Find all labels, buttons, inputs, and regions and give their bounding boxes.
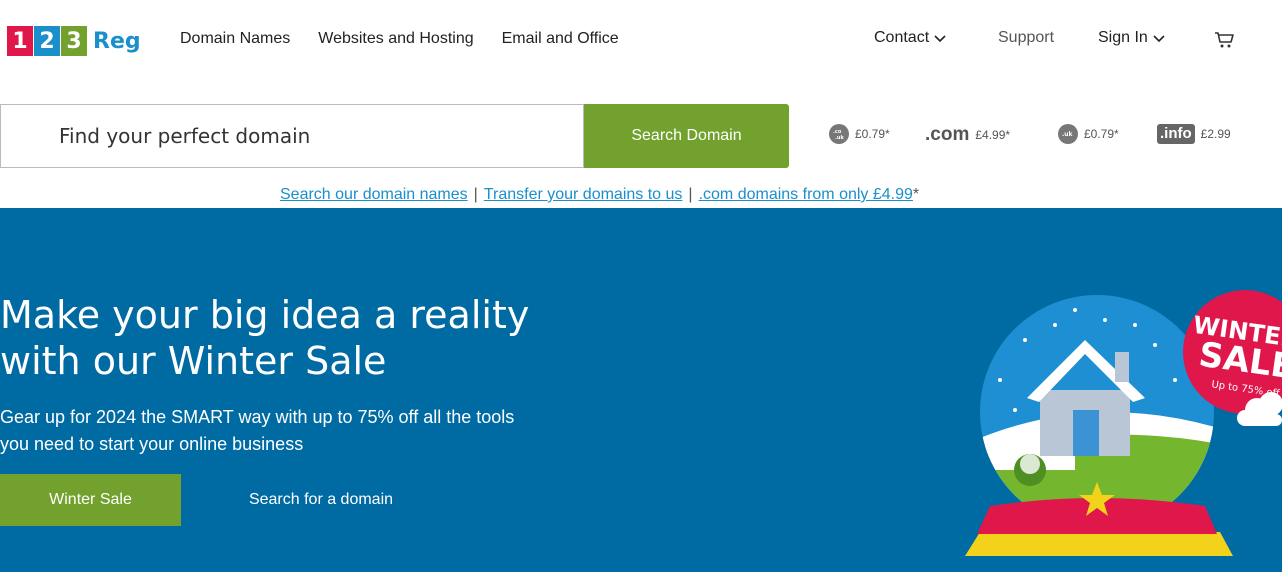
com-offer-link[interactable]: .com domains from only £4.99: [699, 186, 913, 203]
utility-nav: Contact Support Sign In: [874, 29, 1274, 49]
snow-globe-illustration: WINTER SALE Up to 75% off: [965, 290, 1282, 556]
contact-label: Contact: [874, 29, 930, 46]
tld-price: £4.99*: [975, 128, 1011, 142]
hero-subtitle-line: you need to start your online business: [0, 434, 304, 454]
cart-icon[interactable]: [1214, 30, 1236, 50]
logo-digit-1: 1: [7, 26, 33, 56]
nav-websites-hosting[interactable]: Websites and Hosting: [318, 30, 473, 48]
chevron-down-icon: [934, 35, 946, 43]
co-uk-badge-icon: .co .uk: [829, 124, 849, 144]
nav-email-office[interactable]: Email and Office: [502, 30, 619, 48]
tld-info[interactable]: .info £2.99: [1157, 124, 1231, 144]
tld-price: £0.79*: [1084, 127, 1119, 141]
chevron-down-icon: [1153, 35, 1165, 43]
transfer-domains-link[interactable]: Transfer your domains to us: [484, 186, 683, 203]
logo-digit-3: 3: [61, 26, 87, 56]
hero-subtitle: Gear up for 2024 the SMART way with up t…: [0, 404, 600, 458]
search-domain-button[interactable]: Search Domain: [584, 104, 789, 168]
tld-price-list: .co .uk £0.79* .com £4.99* .uk £0.79* .in…: [829, 124, 1269, 148]
search-for-domain-button[interactable]: Search for a domain: [228, 474, 414, 526]
hero-title-line: Make your big idea a reality: [0, 293, 530, 337]
logo-text: Reg: [93, 28, 141, 54]
nav-domain-names[interactable]: Domain Names: [180, 30, 290, 48]
svg-text:.uk: .uk: [1062, 131, 1074, 138]
separator: |: [473, 186, 478, 203]
hero-title-line: with our Winter Sale: [0, 339, 387, 383]
uk-badge-icon: .uk: [1058, 124, 1078, 144]
logo[interactable]: 1 2 3 Reg: [7, 26, 141, 56]
site-header: 1 2 3 Reg Domain Names Websites and Host…: [0, 0, 1282, 80]
separator: |: [688, 186, 693, 203]
support-link[interactable]: Support: [998, 29, 1054, 47]
hero-subtitle-line: Gear up for 2024 the SMART way with up t…: [0, 407, 515, 427]
tld-com[interactable]: .com £4.99*: [925, 124, 1010, 146]
sign-in-label: Sign In: [1098, 29, 1148, 46]
search-domain-names-link[interactable]: Search our domain names: [280, 186, 468, 203]
sign-in-menu[interactable]: Sign In: [1098, 29, 1166, 47]
contact-menu[interactable]: Contact: [874, 29, 947, 47]
domain-search-input[interactable]: [0, 104, 584, 168]
tld-price: £2.99: [1200, 127, 1231, 141]
tld-price: £0.79*: [855, 127, 890, 141]
tld-uk[interactable]: .uk £0.79*: [1058, 124, 1119, 144]
logo-digit-2: 2: [34, 26, 60, 56]
com-badge-icon: .com: [925, 124, 970, 145]
info-badge-icon: .info: [1157, 124, 1195, 144]
hero-title: Make your big idea a reality with our Wi…: [0, 292, 620, 384]
domain-links: Search our domain names | Transfer your do…: [280, 186, 919, 204]
main-nav: Domain Names Websites and Hosting Email …: [180, 30, 619, 48]
svg-text:.uk: .uk: [835, 135, 844, 141]
winter-sale-hero: Make your big idea a reality with our Wi…: [0, 208, 1282, 572]
tld-co-uk[interactable]: .co .uk £0.79*: [829, 124, 890, 144]
offer-asterisk: *: [912, 186, 920, 203]
winter-sale-button[interactable]: Winter Sale: [0, 474, 181, 526]
